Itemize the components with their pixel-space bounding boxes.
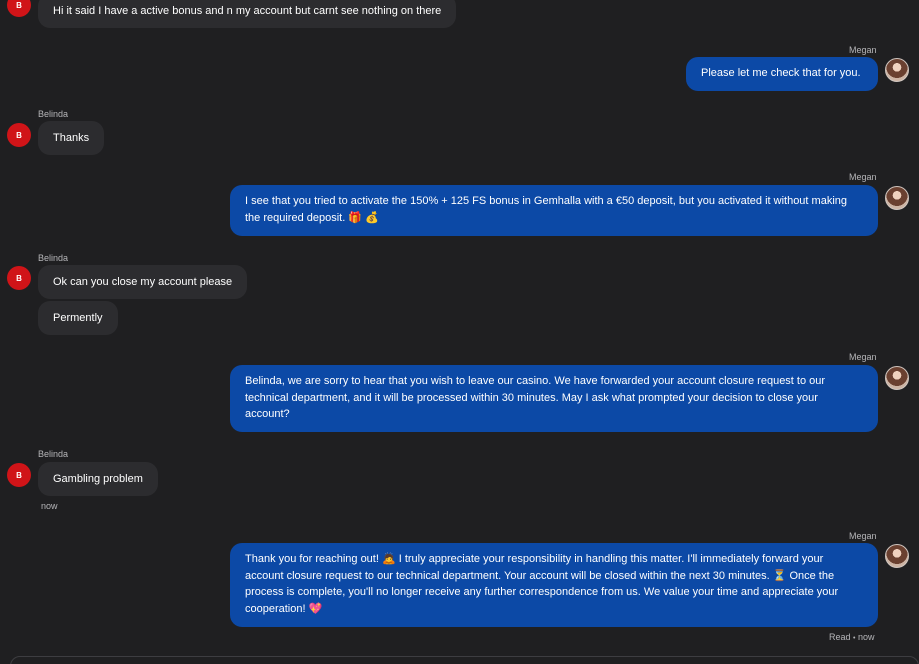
- customer-timestamp: now: [41, 501, 58, 511]
- agent-message-bubble: Please let me check that for you.: [686, 57, 878, 91]
- agent-message-bubble: Thank you for reaching out! 🙇 I truly ap…: [230, 543, 878, 627]
- customer-name-label: Belinda: [38, 109, 69, 119]
- customer-message-bubble: Ok can you close my account please: [38, 265, 248, 299]
- agent-avatar: [885, 366, 909, 390]
- customer-avatar: B: [7, 463, 31, 487]
- customer-avatar: B: [7, 266, 31, 290]
- customer-message-bubble: Permently: [38, 301, 118, 335]
- agent-name-label: Megan: [849, 352, 877, 362]
- agent-message-bubble: Belinda, we are sorry to hear that you w…: [230, 365, 878, 432]
- customer-name-label: Belinda: [38, 253, 69, 263]
- message-composer[interactable]: [10, 656, 919, 664]
- customer-avatar: B: [7, 0, 31, 17]
- customer-message-bubble: Thanks: [38, 121, 105, 155]
- agent-name-label: Megan: [849, 172, 877, 182]
- agent-avatar: [885, 544, 909, 568]
- agent-avatar: [885, 58, 909, 82]
- read-separator: •: [853, 635, 856, 642]
- read-receipt: Read • now: [829, 632, 875, 642]
- customer-message-bubble: Hi it said I have a active bonus and n m…: [38, 0, 457, 28]
- customer-avatar: B: [7, 123, 31, 147]
- customer-name-label: Belinda: [38, 449, 69, 459]
- read-time: now: [858, 632, 875, 642]
- agent-message-bubble: I see that you tried to activate the 150…: [230, 185, 878, 236]
- agent-name-label: Megan: [849, 531, 877, 541]
- agent-name-label: Megan: [849, 45, 877, 55]
- read-status: Read: [829, 632, 851, 642]
- customer-message-bubble: Gambling problem: [38, 462, 158, 496]
- agent-avatar: [885, 186, 909, 210]
